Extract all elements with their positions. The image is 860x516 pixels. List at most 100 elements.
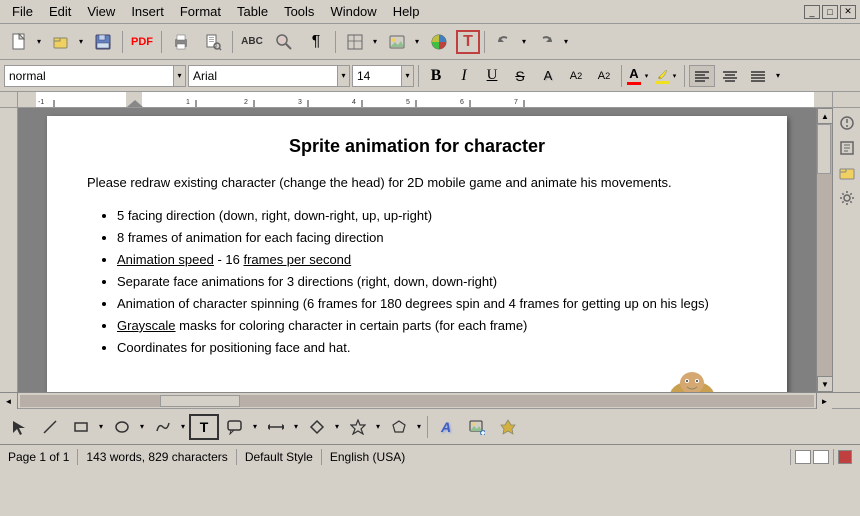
subscript-button[interactable]: A2 (591, 65, 617, 87)
table-dropdown-arrow[interactable]: ▾ (370, 29, 380, 55)
new-dropdown-arrow[interactable]: ▾ (34, 29, 44, 55)
scroll-thumb[interactable] (817, 124, 831, 174)
ellipse-tool-arrow[interactable]: ▾ (137, 414, 147, 440)
special-shapes-button[interactable] (493, 414, 523, 440)
line-tool[interactable] (35, 414, 65, 440)
font-color-button[interactable]: A ▾ (626, 65, 652, 87)
image-dropdown-arrow[interactable]: ▾ (412, 29, 422, 55)
find-button[interactable] (269, 29, 299, 55)
panel-folder-icon[interactable] (836, 162, 858, 184)
view-normal-button[interactable] (795, 450, 811, 464)
image-button[interactable] (382, 29, 412, 55)
textart-button[interactable]: A (431, 414, 461, 440)
rect-tool[interactable] (66, 414, 96, 440)
close-button[interactable]: ✕ (840, 5, 856, 19)
arrows-tool-arrow[interactable]: ▾ (291, 414, 301, 440)
stars-tool[interactable] (343, 414, 373, 440)
style-combo[interactable]: ▾ (4, 65, 186, 87)
menu-file[interactable]: File (4, 2, 41, 21)
menu-window[interactable]: Window (322, 2, 384, 21)
view-web-button[interactable] (813, 450, 829, 464)
open-dropdown-arrow[interactable]: ▾ (76, 29, 86, 55)
panel-properties-icon[interactable] (836, 112, 858, 134)
scroll-down-button[interactable]: ▼ (817, 376, 833, 392)
character-image (637, 367, 747, 392)
preview-button[interactable] (198, 29, 228, 55)
undo-dropdown-arrow[interactable]: ▾ (519, 29, 529, 55)
shadow-text-button[interactable]: A (535, 65, 561, 87)
save-button[interactable] (88, 29, 118, 55)
pdf-button[interactable]: PDF (127, 29, 157, 55)
print-button[interactable] (166, 29, 196, 55)
chart-button[interactable] (424, 29, 454, 55)
style-dropdown-arrow[interactable]: ▾ (174, 65, 186, 87)
align-more-button[interactable] (745, 65, 771, 87)
align-center-button[interactable] (717, 65, 743, 87)
minimize-button[interactable]: _ (804, 5, 820, 19)
redo-dropdown-arrow[interactable]: ▾ (561, 29, 571, 55)
paragraph-dropdown-arrow[interactable]: ▾ (773, 63, 783, 89)
size-select[interactable] (352, 65, 402, 87)
strikethrough-button[interactable]: S (507, 65, 533, 87)
stars-tool-arrow[interactable]: ▾ (373, 414, 383, 440)
font-select[interactable] (188, 65, 338, 87)
callout-tool-arrow[interactable]: ▾ (250, 414, 260, 440)
menu-help[interactable]: Help (385, 2, 428, 21)
menu-format[interactable]: Format (172, 2, 229, 21)
size-dropdown-arrow[interactable]: ▾ (402, 65, 414, 87)
menu-table[interactable]: Table (229, 2, 276, 21)
callouts2-tool-arrow[interactable]: ▾ (414, 414, 424, 440)
ellipse-tool[interactable] (107, 414, 137, 440)
document-scroll[interactable]: Sprite animation for character Please re… (18, 108, 816, 392)
new-button[interactable] (4, 29, 34, 55)
font-combo[interactable]: ▾ (188, 65, 350, 87)
flowchart-tool-arrow[interactable]: ▾ (332, 414, 342, 440)
underline-button[interactable]: U (479, 65, 505, 87)
callout-tool[interactable] (220, 414, 250, 440)
bold-button[interactable]: B (423, 65, 449, 87)
style-select[interactable] (4, 65, 174, 87)
size-combo[interactable]: ▾ (352, 65, 414, 87)
hscroll-left-button[interactable]: ◄ (0, 393, 18, 409)
open-button[interactable] (46, 29, 76, 55)
select-tool[interactable] (4, 414, 34, 440)
list-item: Separate face animations for 3 direction… (117, 271, 747, 293)
highlight-button[interactable]: ▾ (654, 65, 680, 87)
status-separator (833, 449, 834, 465)
spellcheck-button[interactable]: ABC (237, 29, 267, 55)
insert-image-button[interactable] (462, 414, 492, 440)
rect-tool-arrow[interactable]: ▾ (96, 414, 106, 440)
align-left-button[interactable] (689, 65, 715, 87)
font-dropdown-arrow[interactable]: ▾ (338, 65, 350, 87)
scroll-up-button[interactable]: ▲ (817, 108, 833, 124)
maximize-button[interactable]: □ (822, 5, 838, 19)
panel-gear-icon[interactable] (836, 187, 858, 209)
redo-button[interactable] (531, 29, 561, 55)
callouts2-tool[interactable] (384, 414, 414, 440)
hscroll-thumb[interactable] (160, 395, 240, 407)
textbox-button[interactable]: T (456, 30, 480, 54)
arrows-tool[interactable] (261, 414, 291, 440)
menu-insert[interactable]: Insert (123, 2, 172, 21)
menu-tools[interactable]: Tools (276, 2, 322, 21)
font-color-arrow[interactable]: ▾ (642, 63, 651, 89)
separator (335, 31, 336, 53)
panel-text-icon[interactable] (836, 137, 858, 159)
table-button[interactable] (340, 29, 370, 55)
italic-button[interactable]: I (451, 65, 477, 87)
superscript-button[interactable]: A2 (563, 65, 589, 87)
hscroll-right-button[interactable]: ► (816, 393, 832, 409)
text-tool[interactable]: T (189, 414, 219, 440)
menu-edit[interactable]: Edit (41, 2, 79, 21)
record-button[interactable] (838, 450, 852, 464)
vertical-scrollbar[interactable]: ▲ ▼ (816, 108, 832, 392)
nonprinting-button[interactable]: ¶ (301, 29, 331, 55)
menu-view[interactable]: View (79, 2, 123, 21)
list-item: Animation of character spinning (6 frame… (117, 293, 747, 315)
undo-button[interactable] (489, 29, 519, 55)
flowchart-tool[interactable] (302, 414, 332, 440)
highlight-arrow[interactable]: ▾ (670, 63, 679, 89)
main-area: Sprite animation for character Please re… (0, 108, 860, 392)
freehand-tool-arrow[interactable]: ▾ (178, 414, 188, 440)
freehand-tool[interactable] (148, 414, 178, 440)
